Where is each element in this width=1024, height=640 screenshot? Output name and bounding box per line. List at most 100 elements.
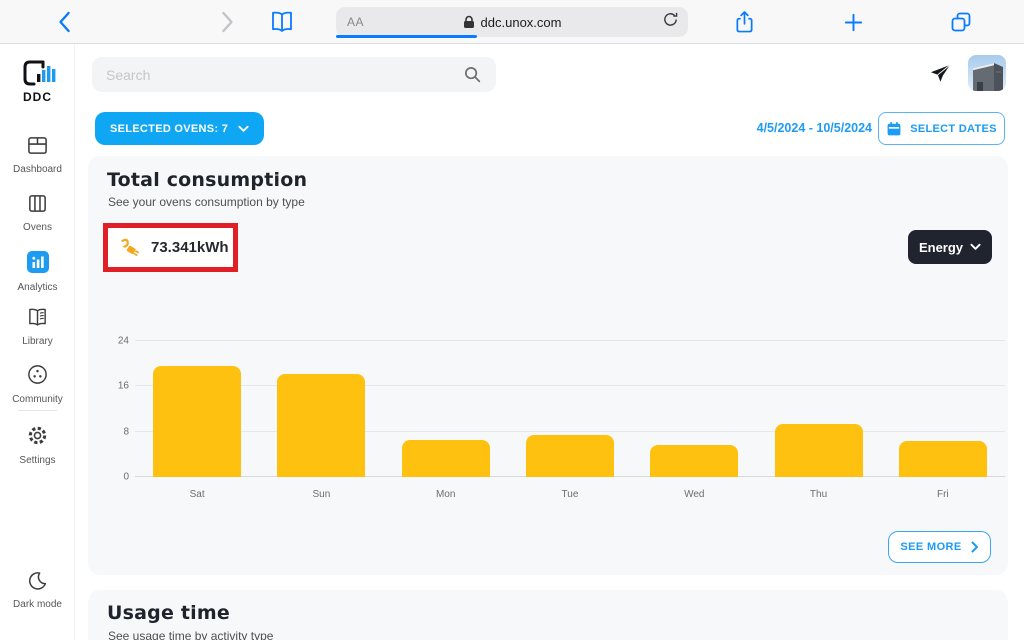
selected-ovens-label: SELECTED OVENS: 7 — [110, 123, 228, 135]
usage-time-card: Usage time See usage time by activity ty… — [88, 590, 1008, 640]
bar-thu[interactable] — [775, 424, 863, 477]
reader-view-button[interactable]: AA — [347, 15, 364, 29]
moon-icon — [27, 570, 48, 591]
browser-toolbar: AA ddc.unox.com — [0, 0, 1024, 44]
bar-column-tue: Tue — [508, 341, 632, 477]
bar-column-mon: Mon — [384, 341, 508, 477]
sidebar-item-label: Settings — [0, 455, 75, 466]
date-range-text: 4/5/2024 - 10/5/2024 — [757, 121, 872, 135]
plus-icon — [843, 12, 864, 33]
logo-text: DDC — [0, 90, 75, 104]
bar-column-fri: Fri — [881, 341, 1005, 477]
share-icon — [734, 10, 755, 35]
url-domain: ddc.unox.com — [463, 15, 562, 30]
sidebar-divider — [18, 410, 57, 411]
y-axis-tick: 0 — [105, 472, 129, 483]
sidebar-item-label: Dashboard — [0, 164, 75, 175]
chevron-down-icon — [970, 243, 981, 251]
url-bar[interactable]: AA ddc.unox.com — [336, 7, 688, 37]
energy-plug-icon — [119, 237, 142, 258]
card-subtitle: See your ovens consumption by type — [108, 195, 305, 209]
search-icon — [463, 65, 482, 84]
send-button[interactable] — [926, 60, 954, 88]
total-consumption-card: Total consumption See your ovens consump… — [88, 156, 1008, 575]
gear-icon — [26, 424, 49, 447]
browser-forward-button[interactable] — [215, 9, 239, 35]
selected-ovens-dropdown[interactable]: SELECTED OVENS: 7 — [95, 112, 264, 145]
reload-button[interactable] — [662, 11, 679, 33]
building-avatar-image — [968, 55, 1006, 91]
x-axis-label: Sun — [313, 489, 331, 500]
dark-mode-label: Dark mode — [0, 599, 75, 610]
page-load-progress-bar — [336, 35, 477, 38]
share-button[interactable] — [732, 9, 756, 35]
chevron-right-icon — [971, 541, 979, 553]
bar-sun[interactable] — [277, 374, 365, 477]
energy-type-label: Energy — [919, 240, 963, 255]
bar-column-wed: Wed — [632, 341, 756, 477]
lock-icon — [463, 15, 475, 29]
sidebar-item-dashboard[interactable]: Dashboard — [0, 135, 75, 175]
chart-plot: 081624SatSunMonTueWedThuFri — [135, 341, 1005, 477]
analytics-icon — [26, 250, 50, 274]
new-tab-button[interactable] — [842, 11, 864, 33]
x-axis-label: Mon — [436, 489, 455, 500]
sidebar-item-analytics[interactable]: Analytics — [0, 250, 75, 293]
select-dates-label: SELECT DATES — [910, 123, 997, 135]
tab-overview-button[interactable] — [949, 10, 973, 34]
x-axis-label: Sat — [190, 489, 205, 500]
annotation-box-total-kwh: 73.341kWh — [103, 223, 238, 272]
dark-mode-toggle[interactable]: Dark mode — [0, 570, 75, 610]
card-title: Total consumption — [107, 169, 307, 191]
sidebar-item-label: Community — [0, 394, 75, 405]
bar-wed[interactable] — [650, 445, 738, 477]
sidebar-item-label: Analytics — [0, 282, 75, 293]
see-more-button[interactable]: SEE MORE — [888, 531, 991, 563]
reload-icon — [662, 11, 679, 28]
x-axis-label: Wed — [684, 489, 704, 500]
dashboard-icon — [26, 135, 49, 156]
y-axis-tick: 16 — [105, 381, 129, 392]
sidebar-item-label: Ovens — [0, 222, 75, 233]
paper-plane-icon — [929, 63, 952, 86]
card-subtitle: See usage time by activity type — [108, 629, 273, 640]
ovens-icon — [26, 193, 49, 214]
bar-column-sat: Sat — [135, 341, 259, 477]
library-icon — [25, 307, 50, 328]
sidebar-item-label: Library — [0, 336, 75, 347]
bar-sat[interactable] — [153, 366, 241, 477]
back-chevron-icon — [61, 13, 69, 31]
bar-fri[interactable] — [899, 441, 987, 477]
search-input[interactable] — [106, 67, 463, 83]
bar-tue[interactable] — [526, 435, 614, 477]
sidebar-item-settings[interactable]: Settings — [0, 424, 75, 466]
bar-mon[interactable] — [402, 440, 490, 477]
sidebar-item-community[interactable]: Community — [0, 363, 75, 405]
ddc-logo-icon — [18, 58, 58, 88]
bar-column-sun: Sun — [259, 341, 383, 477]
app-logo: DDC — [0, 58, 75, 104]
bookmarks-button[interactable] — [268, 10, 296, 34]
tabs-icon — [949, 10, 973, 34]
select-dates-button[interactable]: SELECT DATES — [878, 112, 1005, 145]
bars-row: SatSunMonTueWedThuFri — [135, 341, 1005, 477]
total-consumption-value: 73.341kWh — [151, 239, 229, 256]
community-icon — [26, 363, 49, 386]
user-avatar[interactable] — [968, 55, 1006, 91]
sidebar-item-library[interactable]: Library — [0, 307, 75, 347]
x-axis-label: Fri — [937, 489, 949, 500]
sidebar-item-ovens[interactable]: Ovens — [0, 193, 75, 233]
energy-type-dropdown[interactable]: Energy — [908, 230, 992, 264]
book-icon — [269, 10, 295, 34]
bar-column-thu: Thu — [756, 341, 880, 477]
search-bar[interactable] — [92, 57, 496, 92]
y-axis-tick: 24 — [105, 336, 129, 347]
calendar-icon — [886, 121, 902, 137]
browser-back-button[interactable] — [53, 9, 77, 35]
sidebar: DDC Dashboard Ovens Analytics Library Co… — [0, 44, 75, 640]
url-text: ddc.unox.com — [481, 15, 562, 30]
card-title: Usage time — [107, 602, 230, 624]
see-more-label: SEE MORE — [900, 541, 961, 553]
chevron-down-icon — [238, 125, 249, 133]
y-axis-tick: 8 — [105, 426, 129, 437]
